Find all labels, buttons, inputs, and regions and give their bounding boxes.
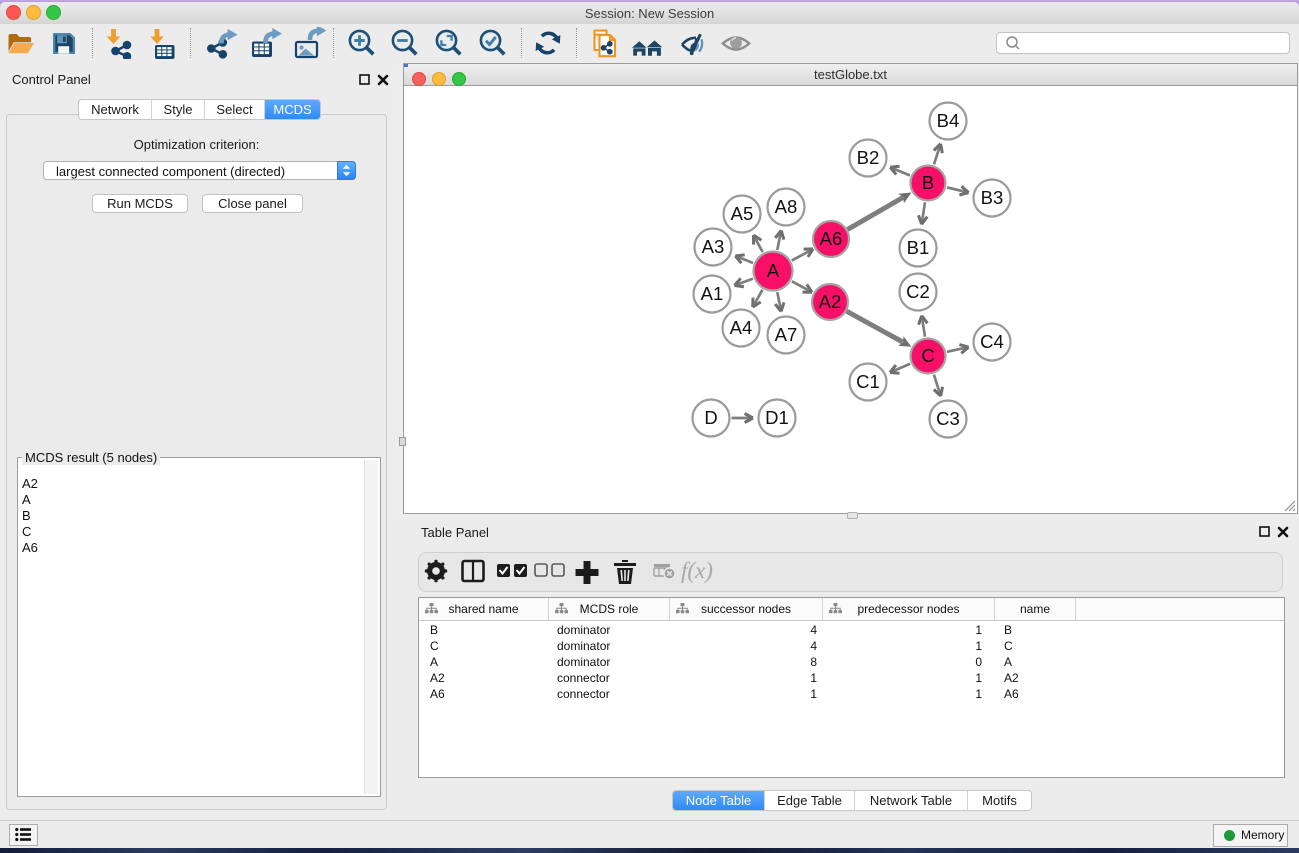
svg-text:B1: B1 <box>907 237 930 258</box>
svg-text:A1: A1 <box>701 283 724 304</box>
svg-text:A7: A7 <box>775 324 798 345</box>
svg-text:B2: B2 <box>857 147 880 168</box>
svg-text:A4: A4 <box>730 317 753 338</box>
svg-text:C1: C1 <box>856 371 880 392</box>
svg-text:A2: A2 <box>819 291 842 312</box>
svg-text:A8: A8 <box>775 196 798 217</box>
svg-text:D1: D1 <box>765 407 789 428</box>
svg-text:C4: C4 <box>980 331 1004 352</box>
svg-text:C2: C2 <box>906 281 930 302</box>
svg-text:A3: A3 <box>702 236 725 257</box>
svg-text:D: D <box>704 407 717 428</box>
svg-text:C: C <box>921 345 934 366</box>
svg-text:B3: B3 <box>981 187 1004 208</box>
svg-text:A: A <box>767 260 780 281</box>
svg-text:A5: A5 <box>731 203 754 224</box>
svg-text:B4: B4 <box>937 110 960 131</box>
svg-text:B: B <box>922 172 934 193</box>
svg-text:C3: C3 <box>936 408 960 429</box>
svg-text:f(x): f(x) <box>681 558 713 583</box>
svg-text:A6: A6 <box>820 228 843 249</box>
